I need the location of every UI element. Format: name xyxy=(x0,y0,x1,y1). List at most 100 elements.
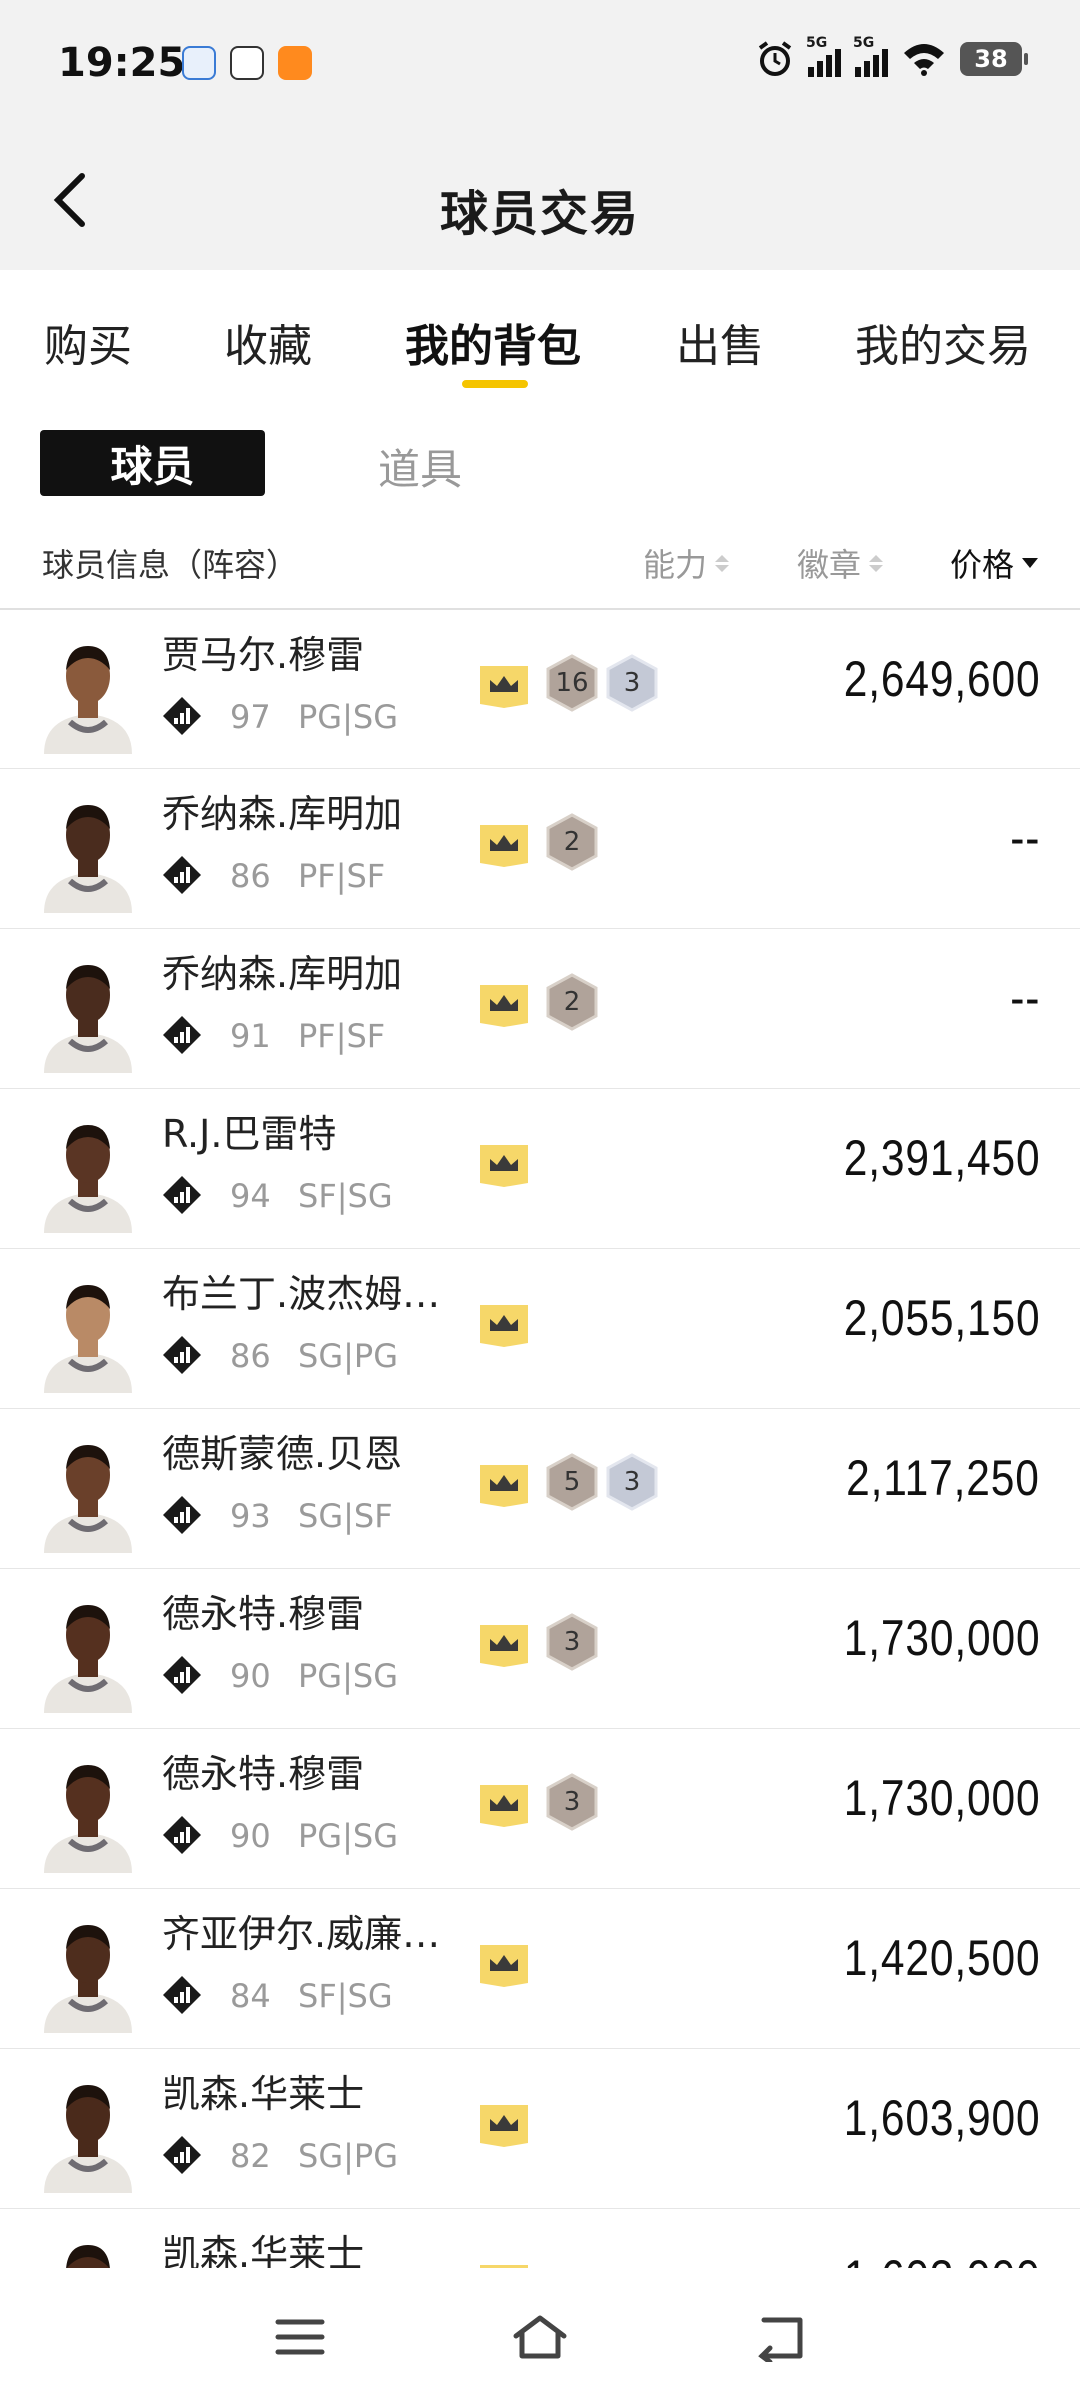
player-avatar xyxy=(44,646,132,754)
rank-diamond-icon xyxy=(163,2136,201,2174)
player-name: 贾马尔.穆雷 xyxy=(162,633,365,677)
tab-bar: 购买 收藏 我的背包 出售 我的交易 xyxy=(0,270,1080,400)
player-price: 2,055,150 xyxy=(843,1290,1040,1346)
crown-icon xyxy=(480,1785,528,1827)
player-avatar xyxy=(44,1925,132,2033)
badge-count-bronze: 3 xyxy=(546,1773,598,1831)
badge-count-bronze: 2 xyxy=(546,973,598,1031)
alarm-icon xyxy=(758,41,792,76)
subtab-players[interactable]: 球员 xyxy=(40,430,265,496)
rank-diamond-icon xyxy=(163,1176,201,1214)
player-rating: 91 xyxy=(230,1017,271,1055)
rank-diamond-icon xyxy=(163,856,201,894)
crown-icon xyxy=(480,985,528,1027)
badge-count-bronze: 3 xyxy=(546,1613,598,1671)
rank-diamond-icon xyxy=(163,697,201,735)
player-name: 德斯蒙德.贝恩 xyxy=(162,1432,403,1476)
player-row[interactable]: R.J.巴雷特 94 SF|SG 2,391,450 xyxy=(0,1088,1080,1248)
menu-icon xyxy=(275,2319,325,2355)
video-app-icon xyxy=(278,46,312,80)
player-rating: 94 xyxy=(230,1177,271,1215)
player-row[interactable]: 凯森.华莱士 82 SG|PG 1,603,900 xyxy=(0,2048,1080,2208)
status-time: 19:25 xyxy=(58,40,186,86)
player-row[interactable]: 贾马尔.穆雷 97 PG|SG 16 3 2,649,600 xyxy=(0,608,1080,768)
tab-buy[interactable]: 购买 xyxy=(44,310,132,374)
player-name: 布兰丁.波杰姆… xyxy=(162,1272,441,1316)
player-name: 凯森.华莱士 xyxy=(162,2072,365,2116)
menu-nav-button[interactable] xyxy=(270,2312,330,2362)
player-name: 德永特.穆雷 xyxy=(162,1752,365,1796)
crown-icon xyxy=(480,1945,528,1987)
crown-icon xyxy=(480,1465,528,1507)
player-row[interactable]: 德永特.穆雷 90 PG|SG 3 1,730,000 xyxy=(0,1728,1080,1888)
app-notification-icon xyxy=(182,46,216,80)
player-rating: 93 xyxy=(230,1497,271,1535)
player-position: PF|SF xyxy=(298,1017,386,1055)
rank-diamond-icon xyxy=(163,1016,201,1054)
player-rating: 86 xyxy=(230,857,271,895)
sort-ability-button[interactable]: 能力 xyxy=(643,540,730,586)
player-rating: 90 xyxy=(230,1817,271,1855)
crown-icon xyxy=(480,1625,528,1667)
player-avatar xyxy=(44,1285,132,1393)
badge-count-bronze: 2 xyxy=(546,813,598,871)
player-position: SF|SG xyxy=(298,1977,393,2015)
player-avatar xyxy=(44,805,132,913)
player-position: SF|SG xyxy=(298,1177,393,1215)
battery-icon: 38 xyxy=(960,42,1028,76)
subtab-bar: 球员 道具 xyxy=(0,430,1080,500)
player-row[interactable]: 德永特.穆雷 90 PG|SG 3 1,730,000 xyxy=(0,1568,1080,1728)
header: 球员交易 xyxy=(0,130,1080,270)
status-bar: 19:25 5G 5G 38 xyxy=(0,0,1080,130)
signal-icon: 5G xyxy=(853,35,888,77)
rank-diamond-icon xyxy=(163,1816,201,1854)
player-rating: 84 xyxy=(230,1977,271,2015)
home-icon xyxy=(513,2315,567,2359)
player-row[interactable]: 乔纳森.库明加 91 PF|SF 2 -- xyxy=(0,928,1080,1088)
back-nav-button[interactable] xyxy=(750,2312,810,2365)
column-price-label: 价格 xyxy=(950,546,1015,584)
player-price: -- xyxy=(1009,970,1040,1026)
player-price: -- xyxy=(1009,810,1040,866)
crown-icon xyxy=(480,666,528,708)
player-avatar xyxy=(44,2085,132,2193)
player-name: 乔纳森.库明加 xyxy=(162,792,403,836)
player-list: 贾马尔.穆雷 97 PG|SG 16 3 2,649,600 乔纳森.库明加 86… xyxy=(0,608,1080,2368)
player-price: 2,117,250 xyxy=(846,1450,1040,1506)
player-rating: 97 xyxy=(230,698,271,736)
player-row[interactable]: 齐亚伊尔.威廉… 84 SF|SG 1,420,500 xyxy=(0,1888,1080,2048)
player-rating: 90 xyxy=(230,1657,271,1695)
player-name: 乔纳森.库明加 xyxy=(162,952,403,996)
tab-sell[interactable]: 出售 xyxy=(676,310,764,374)
tab-favorites[interactable]: 收藏 xyxy=(224,310,312,374)
badge-count-silver: 3 xyxy=(606,1453,658,1511)
player-position: PG|SG xyxy=(298,1657,398,1695)
tab-my-backpack[interactable]: 我的背包 xyxy=(405,310,581,374)
player-name: R.J.巴雷特 xyxy=(162,1112,337,1156)
return-icon xyxy=(758,2317,803,2365)
player-price: 1,730,000 xyxy=(843,1770,1040,1826)
column-ability-label: 能力 xyxy=(643,546,708,584)
player-row[interactable]: 布兰丁.波杰姆… 86 SG|PG 2,055,150 xyxy=(0,1248,1080,1408)
home-nav-button[interactable] xyxy=(510,2312,570,2362)
sort-arrows-icon xyxy=(869,554,884,572)
player-row[interactable]: 乔纳森.库明加 86 PF|SF 2 -- xyxy=(0,768,1080,928)
column-headers: 球员信息（阵容） 能力 徽章 价格 xyxy=(0,530,1080,590)
player-avatar xyxy=(44,965,132,1073)
sort-badge-button[interactable]: 徽章 xyxy=(797,540,884,586)
player-row[interactable]: 德斯蒙德.贝恩 93 SG|SF 5 3 2,117,250 xyxy=(0,1408,1080,1568)
player-price: 2,391,450 xyxy=(843,1130,1040,1186)
crown-icon xyxy=(480,1305,528,1347)
crown-icon xyxy=(480,1145,528,1187)
notification-icons xyxy=(182,46,312,80)
badge-count-silver: 3 xyxy=(606,654,658,712)
signal-icon: 5G xyxy=(806,35,841,77)
player-rating: 82 xyxy=(230,2137,271,2175)
player-name: 齐亚伊尔.威廉… xyxy=(162,1912,441,1956)
app-notification-icon xyxy=(230,46,264,80)
tab-my-trades[interactable]: 我的交易 xyxy=(855,310,1031,374)
sort-price-button[interactable]: 价格 xyxy=(950,540,1039,586)
subtab-items[interactable]: 道具 xyxy=(378,436,462,497)
badge-count-bronze: 5 xyxy=(546,1453,598,1511)
sort-arrows-icon xyxy=(715,554,730,572)
